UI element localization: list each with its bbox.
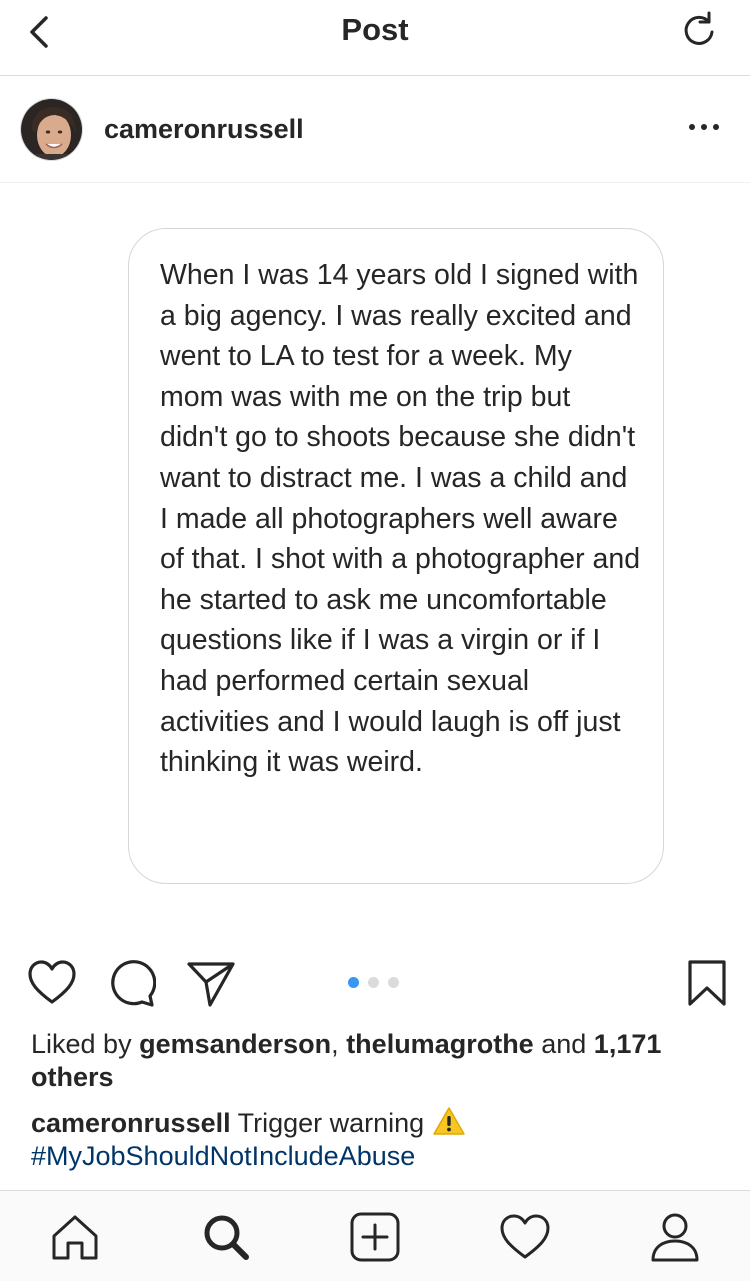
likes-separator: , xyxy=(331,1029,339,1059)
text-bubble: When I was 14 years old I signed with a … xyxy=(128,228,664,884)
post-username[interactable]: cameronrussell xyxy=(104,114,304,145)
carousel-dot xyxy=(368,977,379,988)
post-image[interactable]: When I was 14 years old I signed with a … xyxy=(0,184,750,934)
action-bar xyxy=(0,950,750,1020)
send-icon[interactable] xyxy=(186,958,236,1008)
likes-prefix: Liked by xyxy=(31,1029,132,1059)
caption-text: Trigger warning xyxy=(237,1108,425,1138)
heart-icon[interactable] xyxy=(27,958,77,1008)
post-image-text: When I was 14 years old I signed with a … xyxy=(160,259,641,779)
post-caption: cameronrussell Trigger warning #MyJobSho… xyxy=(31,1106,721,1173)
warning-icon xyxy=(432,1107,465,1135)
liked-by-user[interactable]: gemsanderson xyxy=(139,1029,331,1059)
liked-by-user[interactable]: thelumagrothe xyxy=(346,1029,534,1059)
top-navigation-bar: Post xyxy=(0,0,750,76)
more-options-icon[interactable] xyxy=(686,112,722,142)
bottom-tab-bar xyxy=(0,1190,750,1281)
bookmark-icon[interactable] xyxy=(682,958,732,1008)
activity-heart-icon[interactable] xyxy=(499,1211,551,1263)
search-icon[interactable] xyxy=(200,1211,252,1263)
caption-hashtag[interactable]: #MyJobShouldNotIncludeAbuse xyxy=(31,1141,415,1171)
likes-suffix[interactable]: others xyxy=(31,1062,114,1092)
comment-icon[interactable] xyxy=(106,958,156,1008)
add-post-icon[interactable] xyxy=(349,1211,401,1263)
profile-photo xyxy=(21,99,82,160)
likes-count[interactable]: 1,171 xyxy=(594,1029,662,1059)
likes-and: and xyxy=(541,1029,587,1059)
avatar[interactable] xyxy=(20,98,83,161)
refresh-icon[interactable] xyxy=(678,10,718,50)
page-title: Post xyxy=(341,12,409,47)
post-header: cameronrussell xyxy=(0,76,750,183)
carousel-dot xyxy=(388,977,399,988)
profile-icon[interactable] xyxy=(649,1211,701,1263)
carousel-dot-active xyxy=(348,977,359,988)
likes-summary[interactable]: Liked by gemsanderson, thelumagrothe and… xyxy=(31,1028,721,1094)
home-icon[interactable] xyxy=(49,1211,101,1263)
carousel-indicator xyxy=(348,975,408,988)
caption-username[interactable]: cameronrussell xyxy=(31,1108,231,1138)
